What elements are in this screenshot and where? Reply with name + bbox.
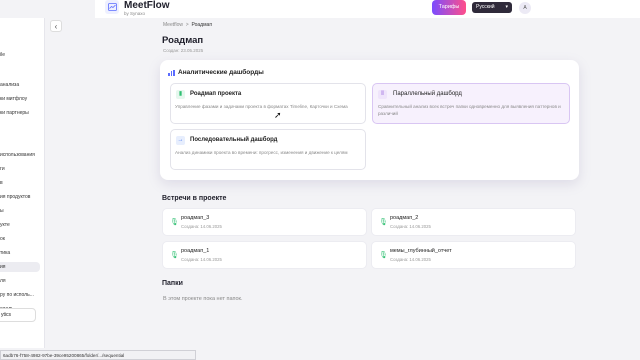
sidebar-item[interactable]: ки партнеры xyxy=(0,108,29,118)
sidebar: ile анализа ки митфлоу ки партнеры испол… xyxy=(0,18,45,348)
meeting-date: Создана: 14.06.2025 xyxy=(390,224,431,229)
tariffs-button[interactable]: Тарифы xyxy=(432,0,466,15)
breadcrumb-current: Роадмап xyxy=(191,22,213,28)
sidebar-item[interactable]: ги xyxy=(0,164,5,174)
sidebar-item[interactable]: использования xyxy=(0,150,35,160)
meeting-card[interactable]: 🎙 роадмап_3 Создана: 14.06.2025 xyxy=(162,208,367,236)
sidebar-item[interactable]: ы xyxy=(0,206,4,216)
card-description: Управление фазами и задачами проекта в ф… xyxy=(175,104,348,109)
sidebar-item[interactable]: тика xyxy=(0,248,10,258)
card-title: Роадмап проекта xyxy=(190,91,242,97)
card-description: Сравнительный анализ всех встреч папки о… xyxy=(378,104,561,116)
sidebar-item[interactable]: ки митфлоу xyxy=(0,94,27,104)
book-icon: ▮ xyxy=(176,90,185,99)
created-date: Создан: 23.05.2025 xyxy=(163,48,204,53)
card-title: Последовательный дашборд xyxy=(190,137,278,143)
chevron-right-icon: > xyxy=(185,22,189,28)
sidebar-item[interactable]: ру по исполь... xyxy=(0,290,34,300)
sidebar-item[interactable]: ок xyxy=(0,234,5,244)
top-header xyxy=(95,0,640,18)
arrow-right-icon: → xyxy=(176,136,185,145)
app-subtitle: by Synaxo xyxy=(124,11,146,16)
status-url: 6adb76-f758-4982-97be-39ce95200865/folde… xyxy=(0,350,196,360)
folders-empty-text: В этом проекте пока нет папок. xyxy=(163,296,243,302)
card-title: Параллельный дашборд xyxy=(393,91,462,97)
sidebar-item[interactable]: ile xyxy=(0,50,5,60)
meeting-name: роадмап_2 xyxy=(390,215,419,221)
meeting-date: Создана: 14.06.2025 xyxy=(181,224,222,229)
chevron-down-icon: ▾ xyxy=(505,4,508,10)
page-title: Роадмап xyxy=(162,35,204,46)
analytics-button[interactable]: ytics xyxy=(0,308,36,322)
microphone-icon: 🎙 xyxy=(170,252,179,259)
meeting-date: Создана: 14.06.2025 xyxy=(390,257,431,262)
meetings-title: Встречи в проекте xyxy=(162,195,227,202)
sidebar-item[interactable]: ля xyxy=(0,276,6,286)
sidebar-item[interactable]: укте xyxy=(0,220,10,230)
breadcrumb-root[interactable]: Meetflow xyxy=(163,22,183,28)
columns-icon: ⫴ xyxy=(378,90,387,99)
dashboards-title: Аналитические дашборды xyxy=(178,69,264,76)
chart-logo-icon[interactable] xyxy=(105,0,119,14)
language-select[interactable]: Русский ▾ xyxy=(472,2,512,13)
sidebar-item[interactable]: анализа xyxy=(0,80,19,90)
sidebar-item[interactable]: ия продуктов xyxy=(0,192,30,202)
sidebar-item[interactable]: в xyxy=(0,178,3,188)
language-value: Русский xyxy=(476,4,495,10)
microphone-icon: 🎙 xyxy=(379,252,388,259)
app-title[interactable]: MeetFlow xyxy=(124,0,170,11)
card-description: Анализ динамики проекта во времени: прог… xyxy=(175,150,348,155)
meeting-card[interactable]: 🎙 роадмап_2 Создана: 14.06.2025 xyxy=(371,208,576,236)
meeting-card[interactable]: 🎙 роадмап_1 Создана: 14.06.2025 xyxy=(162,241,367,269)
avatar[interactable]: А xyxy=(519,2,531,14)
sidebar-item-active[interactable]: ия xyxy=(0,262,40,272)
microphone-icon: 🎙 xyxy=(379,219,388,226)
meeting-name: роадмап_3 xyxy=(181,215,210,221)
folders-title: Папки xyxy=(162,280,183,287)
bar-chart-icon xyxy=(168,70,175,76)
breadcrumb: Meetflow > Роадмап xyxy=(163,22,212,28)
meeting-name: мемы_глубинный_отчет xyxy=(390,248,452,254)
microphone-icon: 🎙 xyxy=(170,219,179,226)
meeting-date: Создана: 14.06.2025 xyxy=(181,257,222,262)
meeting-name: роадмап_1 xyxy=(181,248,210,254)
mouse-cursor-icon: ➚ xyxy=(274,110,282,120)
meeting-card[interactable]: 🎙 мемы_глубинный_отчет Создана: 14.06.20… xyxy=(371,241,576,269)
chevron-left-icon[interactable]: ‹ xyxy=(50,20,62,32)
